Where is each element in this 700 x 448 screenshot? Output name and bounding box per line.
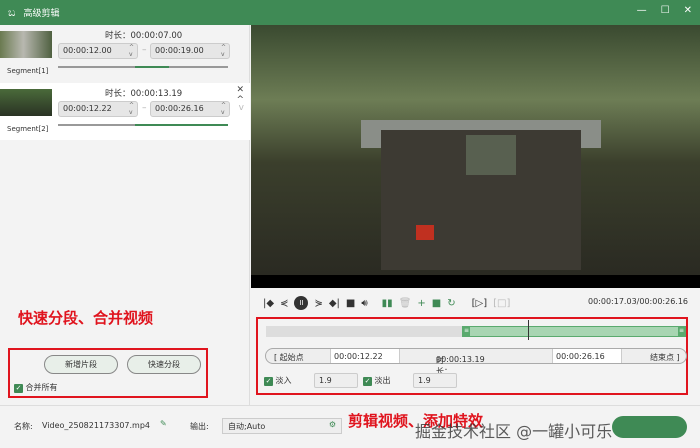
separator: – xyxy=(142,103,147,113)
player-toolbar: |◆ ⋞ II ⋟ ◆| ■ 🔊︎ ▮▮ 🗑︎ + ■ ↻ [▷] [□] 00… xyxy=(251,288,700,318)
output-select[interactable]: 自动;Auto ⚙ xyxy=(222,418,342,434)
selected-range[interactable]: ≡ ≡ xyxy=(462,326,686,337)
reset-icon[interactable]: ↻ xyxy=(447,298,455,309)
segment-panel: Segment[1] 时长：00:00:07.00 00:00:12.00 ^ v … xyxy=(0,25,250,405)
range-end-handle[interactable]: ≡ xyxy=(678,327,685,336)
video-frame xyxy=(251,25,700,275)
segment-start-input[interactable]: 00:00:12.22 ^ v xyxy=(58,101,138,117)
annotation-left: 快速分段、合并视频 xyxy=(18,309,154,327)
segment-item[interactable]: Segment[2] 时长：00:00:13.19 00:00:12.22 ^ v … xyxy=(0,83,250,140)
next-frame-icon[interactable]: ⋟ xyxy=(314,298,322,309)
window-title: 高级剪辑 xyxy=(23,9,60,19)
timecode: 00:00:17.03/00:00:26.16 xyxy=(588,297,688,306)
split-icon[interactable]: ▮▮ xyxy=(382,298,393,309)
fade-in-input[interactable]: 1.9 xyxy=(314,373,358,388)
maximize-button[interactable]: ☐ xyxy=(661,5,670,16)
segment-end-input[interactable]: 00:00:26.16 ^ v xyxy=(150,101,230,117)
checkbox-checked-icon[interactable]: ✓ xyxy=(363,377,372,386)
minimize-button[interactable]: — xyxy=(637,5,647,16)
set-end-button[interactable]: 结束点 ] xyxy=(650,352,680,363)
delete-segment-icon[interactable]: ✕ xyxy=(236,85,244,95)
fade-out-checkbox[interactable]: ✓ 淡出 xyxy=(363,375,391,386)
stop-selection-icon[interactable]: [□] xyxy=(493,298,510,309)
segment-start-input[interactable]: 00:00:12.00 ^ v xyxy=(58,43,138,59)
name-label: 名称: xyxy=(14,422,33,431)
separator: – xyxy=(142,45,147,55)
segment-thumbnail xyxy=(0,89,52,116)
checkbox-checked-icon[interactable]: ✓ xyxy=(14,384,23,393)
edit-name-icon[interactable]: ✎ xyxy=(160,419,167,428)
segment-duration: 时长：00:00:07.00 xyxy=(105,31,183,41)
fade-in-checkbox[interactable]: ✓ 淡入 xyxy=(264,375,292,386)
segment-thumbnail xyxy=(0,31,52,58)
delete-icon[interactable]: 🗑︎ xyxy=(399,298,412,309)
segment-duration: 时长：00:00:13.19 xyxy=(105,89,183,99)
segment-range-bar xyxy=(58,66,228,68)
timeline-track[interactable]: ≡ ≡ xyxy=(266,326,686,337)
file-name: Video_250821173307.mp4 xyxy=(42,421,150,430)
fade-out-input[interactable]: 1.9 xyxy=(413,373,457,388)
trim-row: [ 起始点 00:00:12.22 时长： 00:00:13.19 00:00:2… xyxy=(265,348,687,376)
add-segment-button[interactable]: 新增片段 xyxy=(44,355,118,374)
range-start-handle[interactable]: ≡ xyxy=(463,327,470,336)
watermark: 掘金技术社区 @一罐小可乐 xyxy=(415,422,613,441)
segment-item[interactable]: Segment[1] 时长：00:00:07.00 00:00:12.00 ^ v … xyxy=(0,25,250,82)
pause-button[interactable]: II xyxy=(294,296,309,310)
quick-split-button[interactable]: 快速分段 xyxy=(127,355,201,374)
trim-end-input[interactable]: 00:00:26.16 xyxy=(552,349,622,363)
add-icon[interactable]: + xyxy=(417,298,425,309)
segment-label: Segment[1] xyxy=(7,67,49,75)
start-button[interactable] xyxy=(612,416,687,438)
segment-label: Segment[2] xyxy=(7,125,49,133)
app-logo-icon: ಬ xyxy=(8,5,16,19)
merge-all-checkbox[interactable]: ✓ 合并所有 xyxy=(14,382,58,393)
previous-frame-icon[interactable]: ⋞ xyxy=(280,298,288,309)
copy-icon[interactable]: ■ xyxy=(432,298,441,309)
play-selection-icon[interactable]: [▷] xyxy=(472,298,488,309)
set-start-button[interactable]: [ 起始点 xyxy=(274,352,304,363)
settings-gear-icon[interactable]: ⚙ xyxy=(329,420,336,429)
playhead[interactable] xyxy=(528,320,529,340)
checkbox-checked-icon[interactable]: ✓ xyxy=(264,377,273,386)
footer: 名称: Video_250821173307.mp4 ✎ 输出: 自动;Auto… xyxy=(0,405,700,448)
move-down-icon[interactable]: v xyxy=(239,103,244,113)
segment-end-input[interactable]: 00:00:19.00 ^ v xyxy=(150,43,230,59)
volume-icon[interactable]: 🔊︎ xyxy=(361,298,367,309)
trim-start-input[interactable]: 00:00:12.22 xyxy=(330,349,400,363)
stop-icon[interactable]: ■ xyxy=(346,298,355,309)
go-to-start-icon[interactable]: |◆ xyxy=(263,298,274,309)
close-button[interactable]: ✕ xyxy=(684,5,692,16)
output-label: 输出: xyxy=(190,422,209,431)
go-to-end-icon[interactable]: ◆| xyxy=(329,298,340,309)
segment-range-bar xyxy=(58,124,228,126)
video-preview[interactable] xyxy=(251,25,700,288)
title-bar: ಬ 高级剪辑 — ☐ ✕ xyxy=(0,0,700,25)
